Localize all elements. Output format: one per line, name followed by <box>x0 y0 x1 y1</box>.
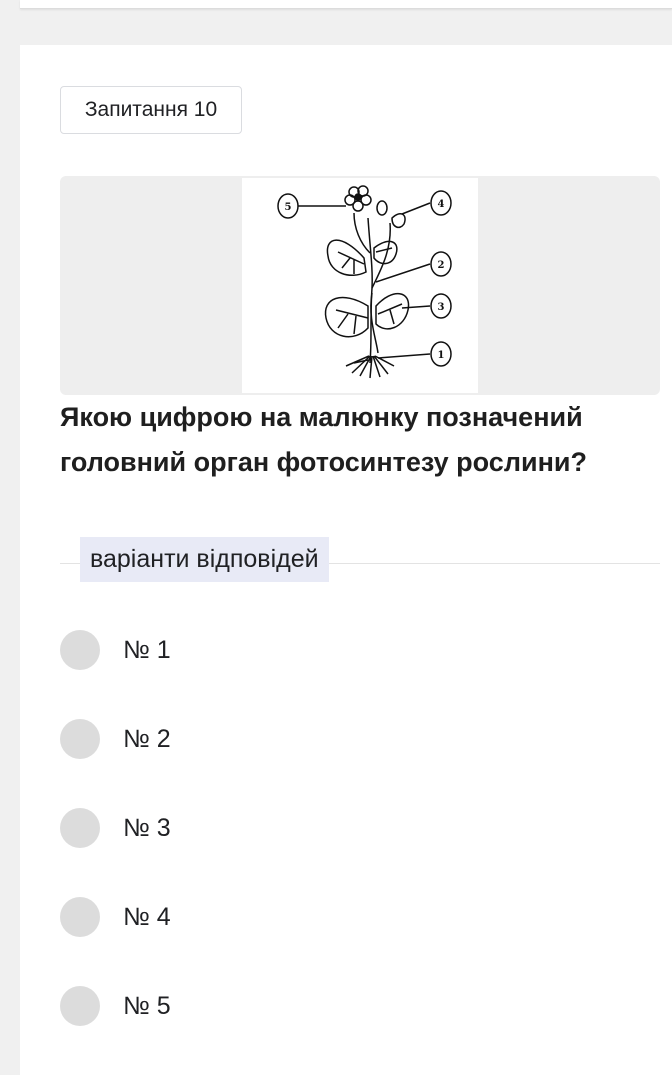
plant-stem <box>367 217 373 364</box>
radio-button[interactable] <box>60 897 100 937</box>
callout-5: 5 <box>285 202 292 213</box>
lower-right-leaf <box>375 292 410 330</box>
answers-section-label: варіанти відповідей <box>80 537 329 582</box>
question-card: Запитання 10 5 4 2 3 1 Якою цифрою на ма… <box>20 45 672 1075</box>
plant-diagram: 5 4 2 3 1 <box>277 185 452 379</box>
answer-option-4[interactable]: № 4 <box>60 897 171 937</box>
answer-label: № 4 <box>123 902 171 931</box>
callout-2: 2 <box>438 260 445 271</box>
leader-line-3 <box>401 305 431 309</box>
answer-label: № 2 <box>123 724 171 753</box>
radio-button[interactable] <box>60 630 100 670</box>
answer-option-3[interactable]: № 3 <box>60 808 171 848</box>
leader-line-2 <box>375 263 431 283</box>
answer-option-2[interactable]: № 2 <box>60 719 171 759</box>
plant-diagram-image: 5 4 2 3 1 <box>242 178 478 393</box>
plant-flower <box>344 185 372 212</box>
callout-3: 3 <box>438 302 445 313</box>
plant-roots <box>345 355 395 379</box>
answer-label: № 5 <box>123 991 171 1020</box>
callout-4: 4 <box>438 199 445 210</box>
upper-left-leaf <box>326 239 367 277</box>
top-card-edge <box>20 0 672 9</box>
leader-line-1 <box>377 353 431 359</box>
leader-line-4 <box>401 202 431 215</box>
answer-label: № 3 <box>123 813 171 842</box>
radio-button[interactable] <box>60 808 100 848</box>
question-text: Якою цифрою на малюнку позначений головн… <box>60 402 587 477</box>
answer-option-5[interactable]: № 5 <box>60 986 171 1026</box>
radio-button[interactable] <box>60 986 100 1026</box>
radio-button[interactable] <box>60 719 100 759</box>
callout-1: 1 <box>438 350 445 361</box>
flower-bud <box>376 200 388 216</box>
question-image-container: 5 4 2 3 1 <box>60 176 660 395</box>
answer-option-1[interactable]: № 1 <box>60 630 171 670</box>
question-number-badge: Запитання 10 <box>60 86 242 134</box>
answer-label: № 1 <box>123 635 171 664</box>
